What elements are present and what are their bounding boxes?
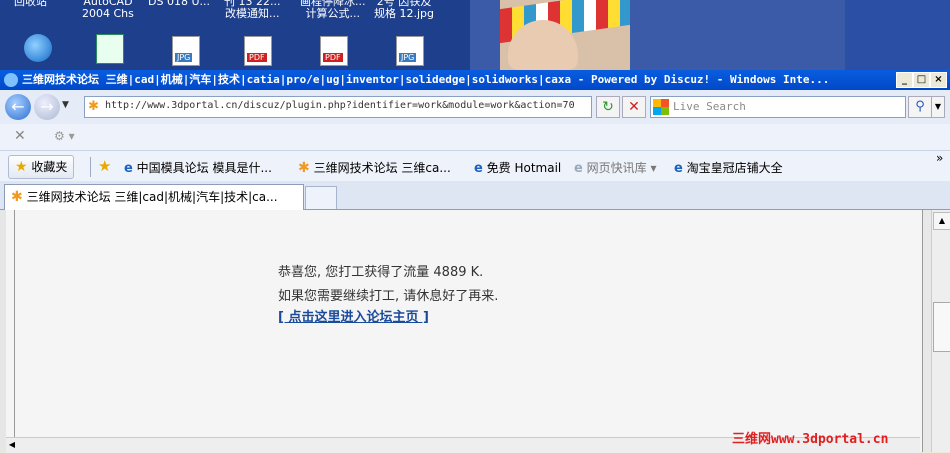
search-input[interactable]: Live Search [650, 96, 906, 118]
tools-icon[interactable]: ⚙ ▾ [54, 129, 75, 143]
window-title-bar[interactable]: 三维网技术论坛 三维|cad|机械|汽车|技术|catia|pro/e|ug|i… [0, 70, 950, 90]
search-placeholder: Live Search [673, 100, 746, 113]
ie-page-icon: e [474, 161, 483, 176]
pdf-file-icon[interactable]: PDF [244, 36, 272, 66]
new-tab-button[interactable] [305, 186, 337, 209]
back-button[interactable]: ← [5, 94, 31, 120]
close-button[interactable]: × [930, 72, 947, 88]
jpg-file-icon[interactable]: JPG [172, 36, 200, 66]
tab-3dportal[interactable]: ✱ 三维网技术论坛 三维|cad|机械|汽车|技术|ca... [4, 184, 304, 210]
scroll-left-icon[interactable]: ◀ [6, 438, 18, 452]
site-favicon-icon: ✱ [298, 160, 310, 176]
favorites-bar: ★ 收藏夹 ★ e 中国模具论坛 模具是什... ✱ 三维网技术论坛 三维ca.… [0, 151, 950, 181]
address-input[interactable]: ✱ http://www.3dportal.cn/discuz/plugin.p… [84, 96, 592, 118]
search-options-chevron-down-icon[interactable]: ▼ [931, 96, 945, 118]
favorite-item-3dportal[interactable]: ✱ 三维网技术论坛 三维ca... [298, 159, 451, 176]
favorite-item-taobao[interactable]: e 淘宝皇冠店铺大全 [674, 159, 783, 176]
favorites-label: 收藏夹 [31, 160, 68, 174]
desktop-label-recycle: 回收站 [14, 0, 47, 8]
jpg-file-icon-2[interactable]: JPG [396, 36, 424, 66]
favorite-item-mould-forum[interactable]: e 中国模具论坛 模具是什... [124, 159, 272, 176]
vertical-scrollbar[interactable]: ▲ [931, 210, 950, 452]
maximize-button[interactable]: □ [913, 72, 930, 88]
command-bar: ✕ ⚙ ▾ [0, 124, 950, 151]
autocad-icon[interactable] [96, 34, 124, 64]
scroll-up-icon[interactable]: ▲ [933, 212, 950, 230]
favorite-item-web-slice-gallery[interactable]: e 网页快讯库 ▾ [574, 159, 657, 176]
star-icon: ★ [15, 159, 28, 175]
stop-button[interactable]: ✕ [622, 96, 646, 118]
scroll-thumb[interactable] [933, 302, 950, 352]
site-favicon-icon: ✱ [11, 189, 23, 205]
search-icon[interactable]: ⚲ [908, 96, 932, 118]
recent-pages-chevron-down-icon[interactable]: ▼ [62, 100, 69, 110]
tab-label: 三维网技术论坛 三维|cad|机械|汽车|技术|ca... [26, 190, 278, 204]
favorite-item-hotmail[interactable]: e 免费 Hotmail [474, 159, 561, 176]
forward-button[interactable]: → [34, 94, 60, 120]
ie-page-icon: e [124, 161, 133, 176]
divider [90, 157, 91, 177]
desktop-background: 回收站 AutoCAD 2004 Chs DS 018 U... 刊 13 22… [0, 0, 950, 70]
desktop-label-file1: DS 018 U... [148, 0, 210, 8]
desktop-label-file2: 刊 13 22... 改模通知... [224, 0, 281, 20]
desktop-label-file3: 画程停降冰... 计算公式... [300, 0, 366, 20]
desktop-label-autocad: AutoCAD 2004 Chs [82, 0, 134, 20]
navigation-bar: ← → ▼ ✱ http://www.3dportal.cn/discuz/pl… [0, 90, 950, 124]
close-toolbar-icon[interactable]: ✕ [14, 128, 26, 144]
ie-page-icon: e [674, 161, 683, 176]
page-content [0, 210, 950, 452]
ie-logo-icon [4, 73, 18, 87]
address-url[interactable]: http://www.3dportal.cn/discuz/plugin.php… [105, 100, 585, 111]
windows-logo-icon [653, 99, 669, 115]
refresh-button[interactable]: ↻ [596, 96, 620, 118]
frame-border-inner [6, 210, 15, 452]
site-favicon-icon: ✱ [88, 99, 99, 114]
tab-bar: ✱ 三维网技术论坛 三维|cad|机械|汽车|技术|ca... [0, 181, 950, 210]
reward-message: 恭喜您, 您打工获得了流量 4889 K. [278, 265, 484, 280]
rest-message: 如果您需要继续打工, 请休息好了再来. [278, 289, 499, 304]
more-favorites-chevron-icon[interactable]: » [936, 151, 943, 165]
wallpaper-photo [500, 0, 630, 70]
add-favorite-icon[interactable]: ★ [98, 157, 111, 175]
site-watermark: 三维网www.3dportal.cn [732, 432, 889, 447]
window-title: 三维网技术论坛 三维|cad|机械|汽车|技术|catia|pro/e|ug|i… [22, 73, 830, 86]
minimize-button[interactable]: _ [896, 72, 913, 88]
frame-border-right [922, 210, 931, 452]
forum-home-link[interactable]: [ 点击这里进入论坛主页 ] [278, 306, 429, 325]
desktop-label-file4: 2号 因铁及 规格 12.jpg [374, 0, 435, 20]
favorites-button[interactable]: ★ 收藏夹 [8, 155, 75, 179]
pdf-file-icon-2[interactable]: PDF [320, 36, 348, 66]
web-slice-icon: e [574, 161, 583, 176]
internet-explorer-icon[interactable] [24, 34, 52, 62]
